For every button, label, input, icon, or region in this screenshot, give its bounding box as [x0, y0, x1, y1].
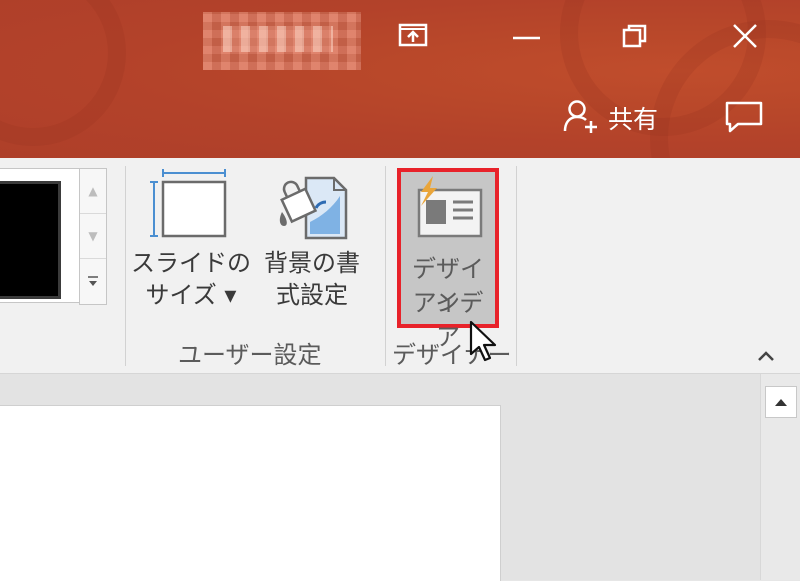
window-title-blurred	[203, 12, 361, 70]
slide-editing-area	[0, 374, 760, 581]
group-separator	[125, 166, 126, 366]
minimize-icon[interactable]	[513, 35, 541, 41]
slide-canvas[interactable]	[0, 405, 501, 581]
group-separator	[385, 166, 386, 366]
slide-size-label-line2: サイズ ▾	[145, 281, 237, 309]
scroll-up-button[interactable]	[765, 386, 797, 418]
comment-icon[interactable]	[724, 100, 764, 134]
slide-size-icon	[149, 168, 233, 246]
group-label-designer: デザイナー	[392, 341, 512, 369]
chevron-up-icon	[756, 348, 776, 367]
group-label-customize: ユーザー設定	[178, 341, 322, 369]
group-separator	[516, 166, 517, 366]
title-bar: 共有	[0, 0, 800, 158]
theme-variant-gallery[interactable]	[0, 168, 80, 303]
collapse-ribbon-button[interactable]	[752, 343, 780, 371]
gallery-more-button[interactable]	[80, 259, 106, 303]
design-ideas-icon	[413, 176, 487, 246]
gallery-up-button[interactable]: ▲	[80, 169, 106, 214]
format-background-label-line2: 式設定	[276, 281, 348, 309]
design-ideas-button[interactable]: デザイン アイデア	[397, 168, 499, 351]
share-label: 共有	[608, 105, 659, 134]
slide-size-label-line1: スライドの	[131, 249, 251, 277]
format-background-label-line1: 背景の書	[264, 249, 360, 277]
paint-bucket-icon	[270, 168, 354, 246]
share-button[interactable]: 共有	[562, 98, 658, 138]
vertical-scrollbar[interactable]	[760, 374, 800, 580]
add-person-icon	[562, 97, 600, 139]
gallery-scroll-controls: ▲ ▼	[79, 168, 107, 305]
restore-icon[interactable]	[621, 22, 649, 50]
ribbon: ▲ ▼ スライドの サイズ ▾ 背景の書 式設定 ユーザー設定 デザイン アイデ…	[0, 158, 800, 374]
slide-size-button[interactable]: スライドの サイズ ▾	[131, 168, 251, 312]
present-icon[interactable]	[398, 22, 428, 48]
format-background-button[interactable]: 背景の書 式設定	[254, 168, 370, 312]
theme-variant-thumbnail[interactable]	[0, 181, 61, 299]
close-icon[interactable]	[731, 22, 759, 50]
background-pattern	[0, 0, 126, 146]
gallery-down-button[interactable]: ▼	[80, 214, 106, 259]
